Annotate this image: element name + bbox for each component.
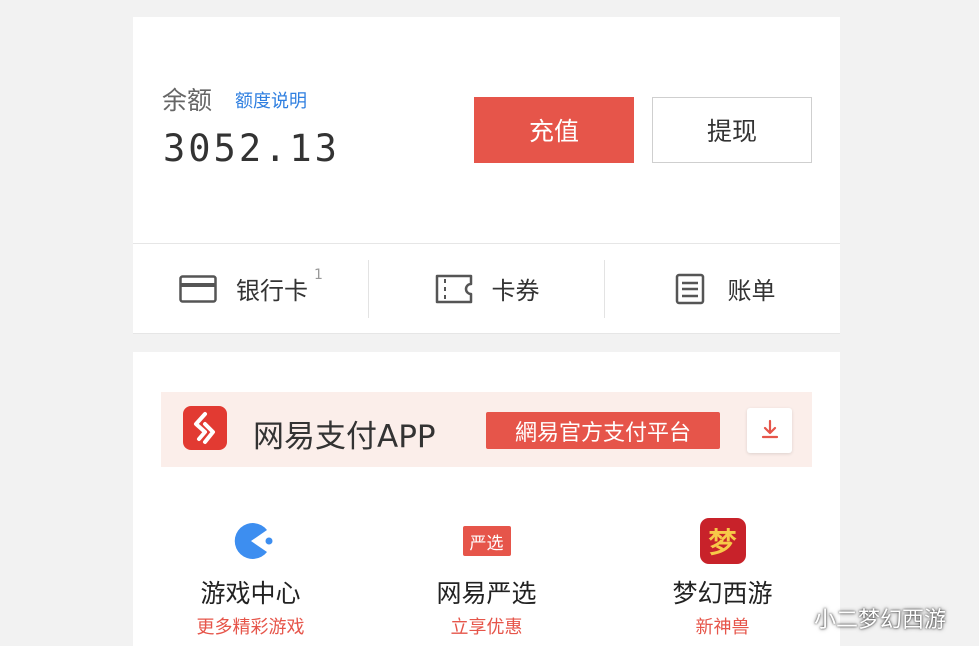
service-name: 网易严选 (436, 579, 537, 608)
bank-card-label: 银行卡 (236, 277, 309, 305)
service-name: 梦幻西游 (672, 579, 773, 608)
promo-title: 网易支付APP (253, 419, 436, 455)
yanxuan-icon: 严选 (462, 517, 511, 565)
service-subtitle: 立享优惠 (450, 617, 523, 638)
bank-card-link[interactable]: 银行卡 1 (133, 244, 368, 333)
quick-links-bar: 银行卡 1 卡券 账单 (133, 243, 840, 334)
balance-card: 余额 额度说明 3052.13 充值 提现 (133, 17, 840, 243)
service-name: 游戏中心 (200, 579, 301, 608)
service-yanxuan[interactable]: 严选 网易严选 立享优惠 (369, 517, 604, 639)
service-subtitle: 新神兽 (695, 617, 750, 638)
official-platform-tag: 網易官方支付平台 (486, 412, 720, 449)
coupon-link[interactable]: 卡券 (369, 244, 604, 333)
balance-amount: 3052.13 (163, 127, 340, 170)
netease-pay-promo-banner[interactable]: 网易支付APP 網易官方支付平台 (161, 392, 812, 467)
withdraw-button[interactable]: 提现 (652, 97, 812, 163)
services-section: 网易支付APP 網易官方支付平台 游戏中心 更多精彩游戏 严选 网易严选 立享优… (133, 352, 840, 646)
coupon-label: 卡券 (491, 277, 540, 305)
service-game-center[interactable]: 游戏中心 更多精彩游戏 (133, 517, 368, 639)
download-icon (760, 419, 780, 443)
menghuan-icon: 梦 (699, 517, 747, 565)
bank-card-icon (178, 274, 218, 304)
coupon-icon (434, 274, 474, 304)
quota-explanation-link[interactable]: 额度说明 (235, 87, 307, 113)
netease-pay-logo (183, 406, 227, 450)
download-button[interactable] (747, 408, 792, 453)
bank-card-count-badge: 1 (314, 266, 323, 283)
service-subtitle: 更多精彩游戏 (196, 617, 305, 638)
bill-icon (670, 273, 710, 304)
bill-label: 账单 (727, 277, 776, 305)
bill-link[interactable]: 账单 (605, 244, 840, 333)
watermark-text: 小二梦幻西游 (814, 608, 947, 633)
game-center-icon (227, 517, 275, 565)
service-menghuan[interactable]: 梦 梦幻西游 新神兽 (605, 517, 840, 639)
balance-label: 余额 (162, 86, 213, 115)
recharge-button[interactable]: 充值 (474, 97, 634, 163)
